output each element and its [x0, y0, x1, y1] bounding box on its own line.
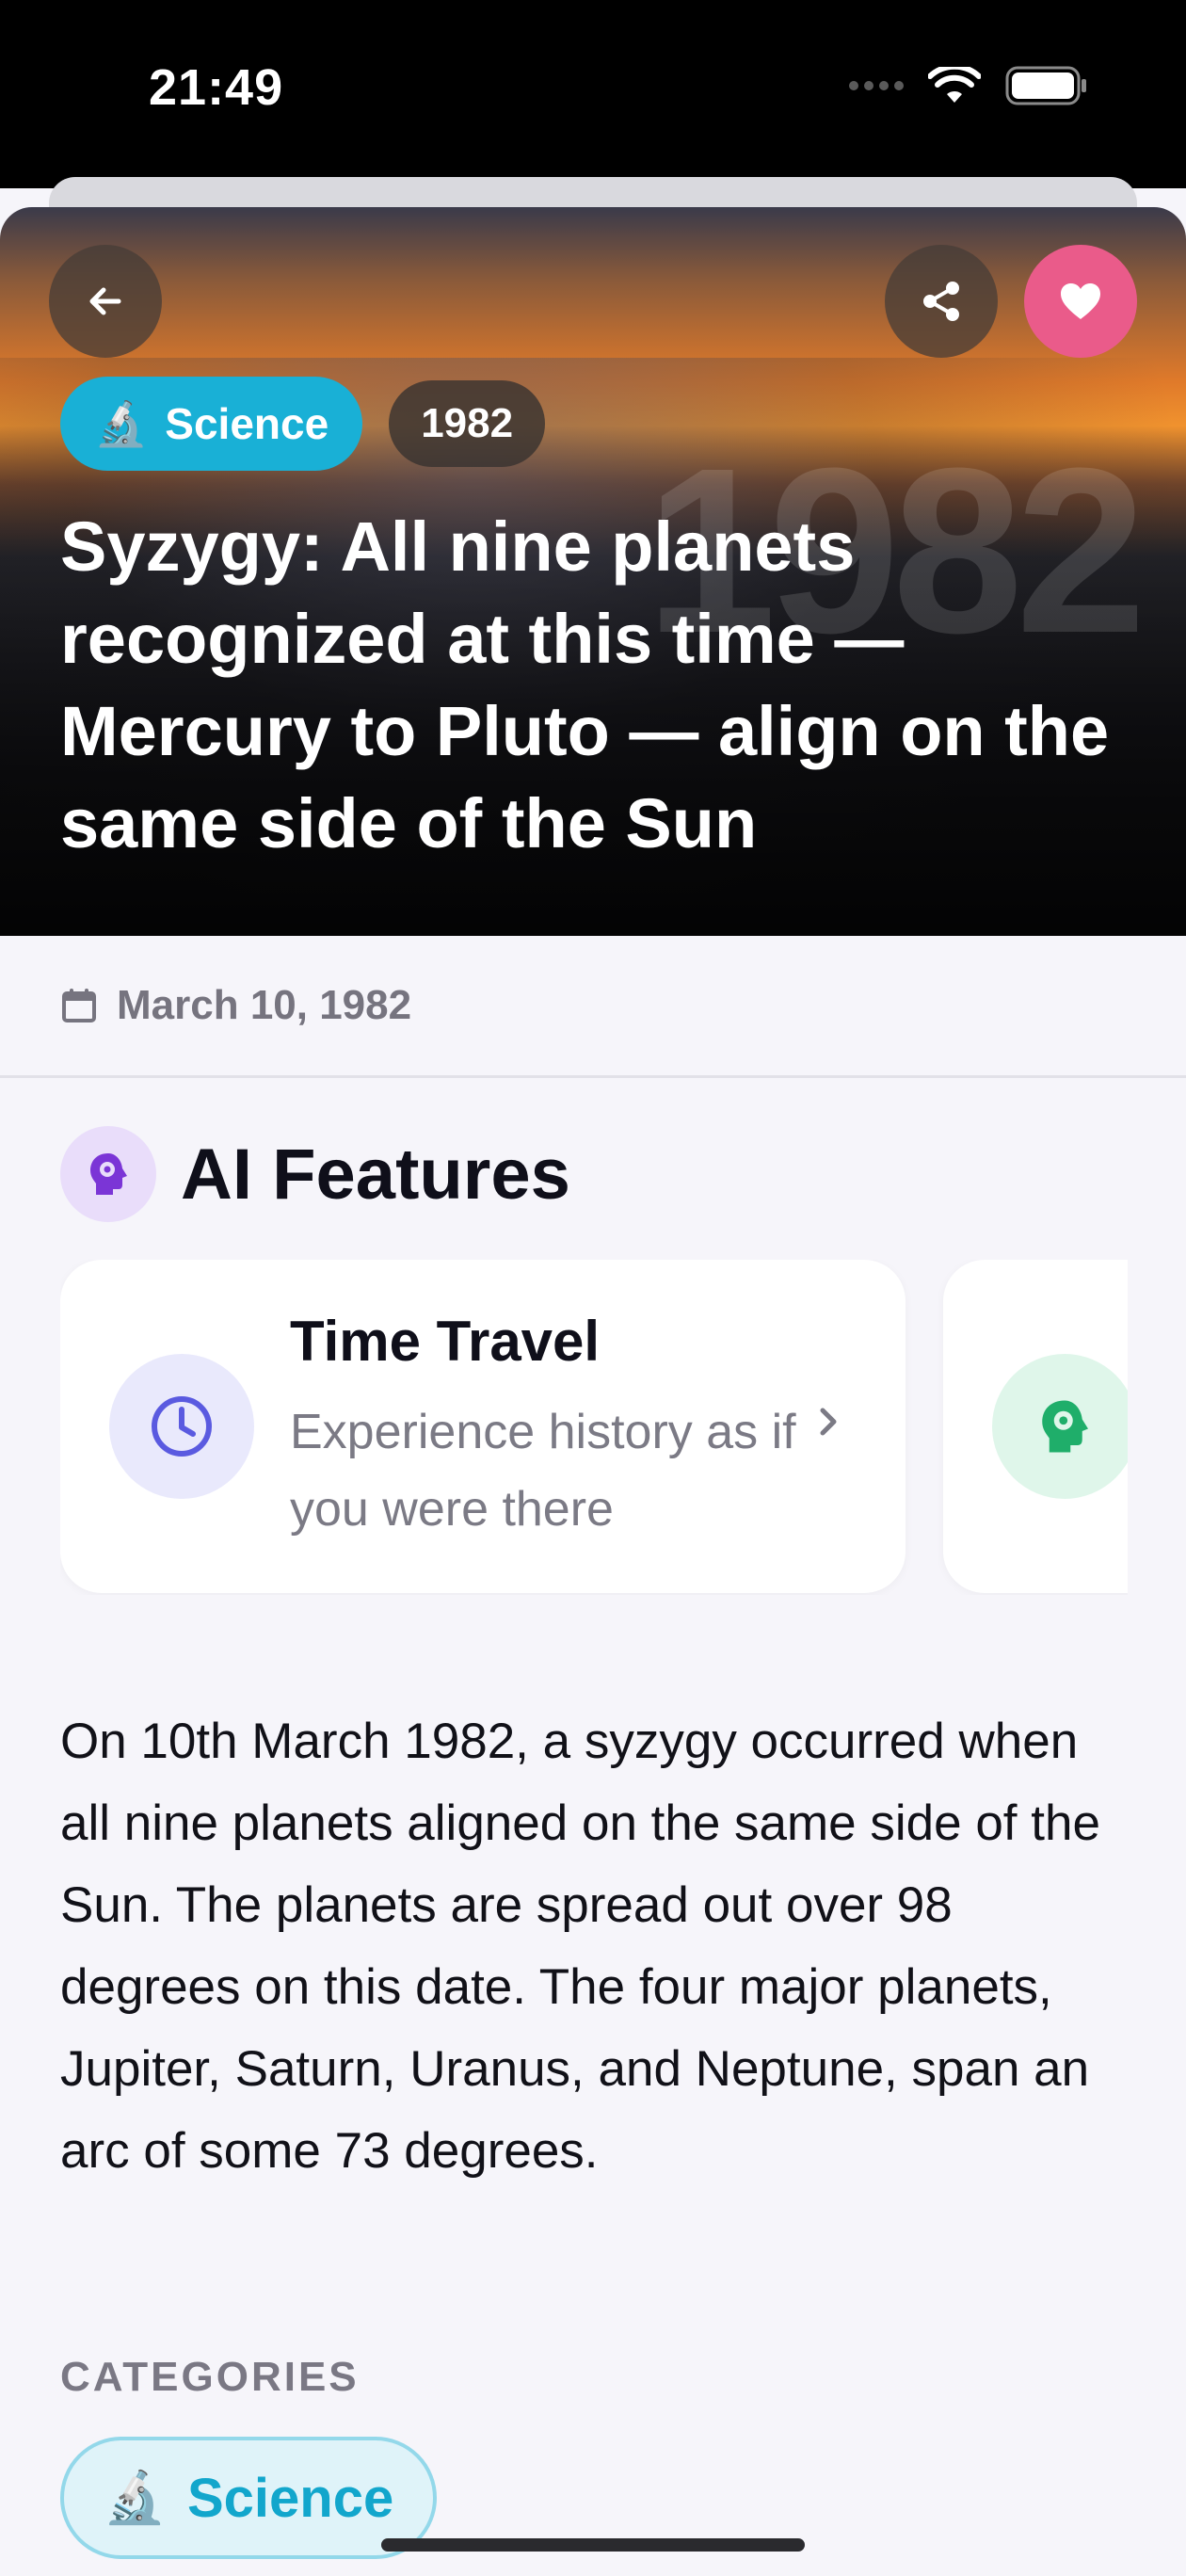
year-chip: 1982 — [389, 380, 546, 467]
calendar-icon — [62, 989, 96, 1022]
ai-head-icon — [992, 1354, 1128, 1499]
status-bar: 21:49 — [0, 0, 1186, 188]
category-chip[interactable]: 🔬 Science — [60, 377, 363, 471]
chevron-right-icon — [820, 1408, 837, 1436]
ai-head-icon — [60, 1126, 156, 1222]
feature-description: Experience history as if you were there — [290, 1405, 796, 1537]
share-button[interactable] — [885, 245, 998, 358]
wifi-icon — [928, 67, 981, 103]
ai-features-header: AI Features — [60, 1126, 570, 1222]
status-indicators — [849, 66, 1088, 105]
date-row: March 10, 1982 — [0, 936, 1186, 1078]
category-tag-science[interactable]: 🔬 Science — [60, 2437, 437, 2559]
microscope-icon: 🔬 — [94, 398, 149, 448]
clock-icon — [109, 1354, 254, 1499]
event-title: Syzygy: All nine planets recognized at t… — [60, 507, 1110, 862]
article-body: On 10th March 1982, a syzygy occurred wh… — [60, 1714, 1100, 2179]
category-chip-label: Science — [165, 399, 329, 448]
share-icon — [923, 282, 959, 321]
time-travel-card[interactable]: Time Travel Experience history as if you… — [60, 1260, 906, 1593]
arrow-left-icon — [89, 287, 121, 315]
categories-label: CATEGORIES — [60, 2354, 360, 2400]
hero-chips: 🔬 Science 1982 — [60, 377, 546, 471]
ai-feature-card[interactable] — [943, 1260, 1128, 1593]
heart-icon — [1061, 283, 1100, 319]
event-date: March 10, 1982 — [117, 982, 412, 1028]
ai-features-carousel[interactable]: Time Travel Experience history as if you… — [60, 1260, 1128, 1595]
battery-icon — [1005, 66, 1086, 105]
microscope-icon: 🔬 — [103, 2469, 167, 2526]
ai-features-title: AI Features — [181, 1134, 570, 1215]
feature-title: Time Travel — [290, 1310, 601, 1373]
cellular-signal-icon — [849, 81, 904, 90]
favorite-button[interactable] — [1024, 245, 1137, 358]
back-button[interactable] — [49, 245, 162, 358]
status-time: 21:49 — [149, 59, 284, 116]
home-indicator[interactable] — [381, 2538, 805, 2552]
category-tag-label: Science — [186, 2467, 394, 2529]
